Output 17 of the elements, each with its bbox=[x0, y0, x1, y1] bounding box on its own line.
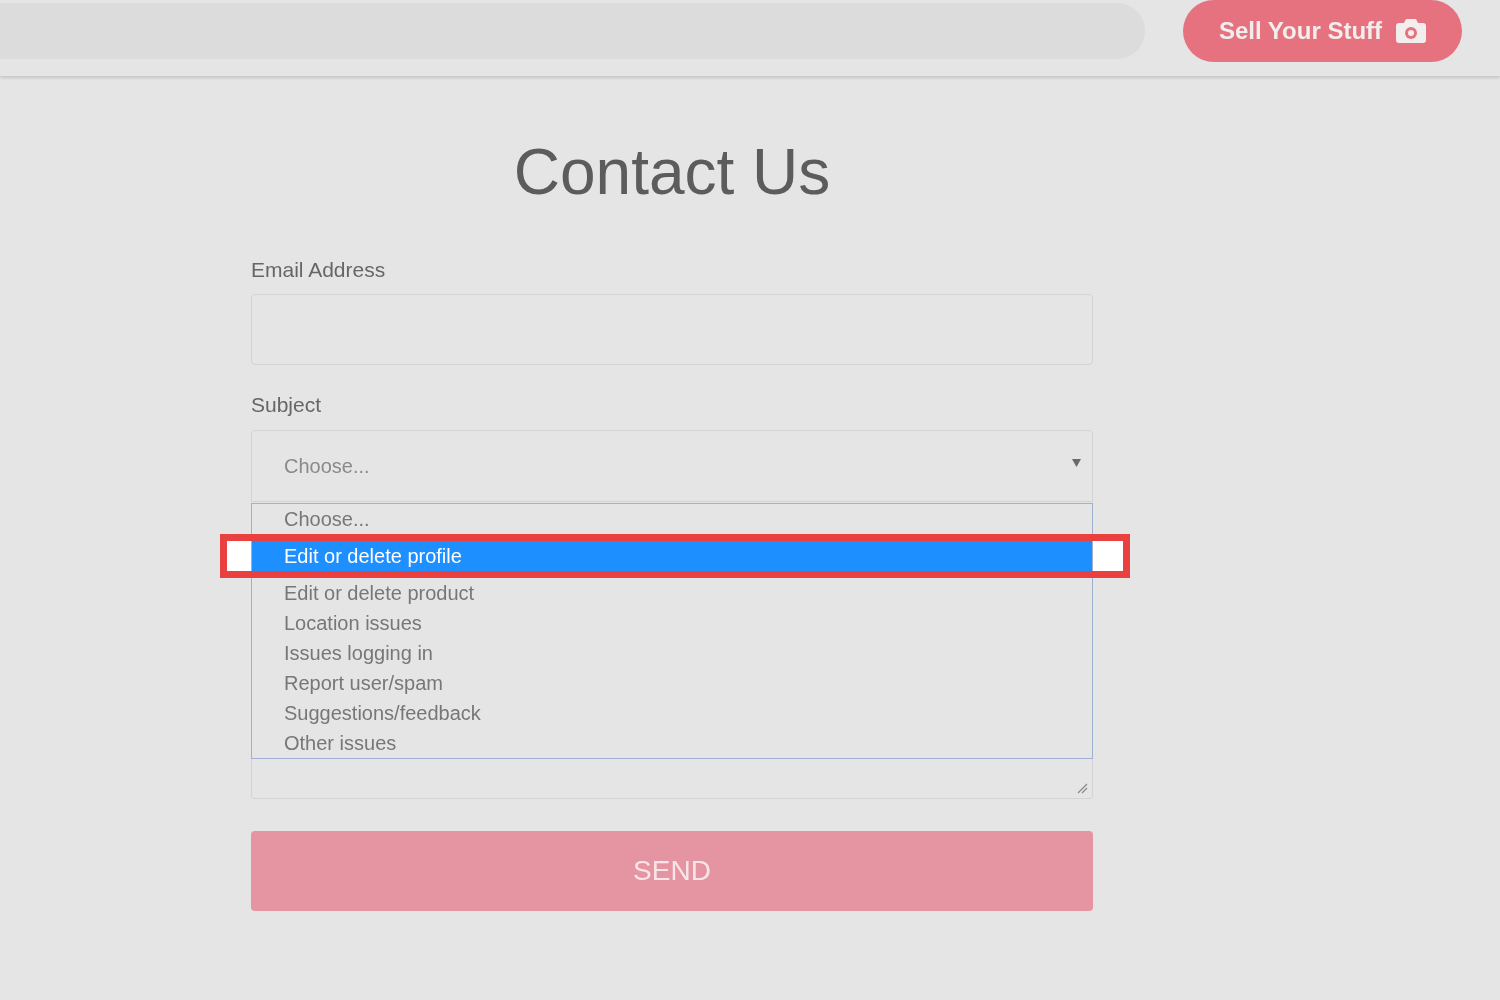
caret-icon bbox=[1072, 459, 1081, 467]
dropdown-option[interactable]: Choose... bbox=[252, 504, 1092, 534]
dropdown-option[interactable]: Suggestions/feedback bbox=[252, 698, 1092, 728]
field-label: Email Address bbox=[251, 258, 387, 282]
dropdown-option[interactable]: Edit or delete product bbox=[252, 578, 1092, 608]
page-title: Contact Us bbox=[512, 135, 832, 210]
resize-grip-icon[interactable] bbox=[1077, 783, 1088, 794]
dropdown-option[interactable]: Location issues bbox=[252, 608, 1092, 638]
dropdown-option[interactable]: Edit or delete profile bbox=[252, 541, 1092, 571]
dropdown-option[interactable]: Issues logging in bbox=[252, 638, 1092, 668]
dropdown-option[interactable]: Other issues bbox=[252, 728, 1092, 758]
subject-select[interactable]: Choose... bbox=[251, 430, 1093, 502]
field-label: Subject bbox=[251, 393, 323, 417]
sell-button[interactable]: Sell Your Stuff bbox=[1183, 0, 1462, 62]
dropdown-option[interactable]: Report user/spam bbox=[252, 668, 1092, 698]
camera-icon bbox=[1396, 19, 1427, 43]
message-field[interactable] bbox=[251, 759, 1093, 799]
